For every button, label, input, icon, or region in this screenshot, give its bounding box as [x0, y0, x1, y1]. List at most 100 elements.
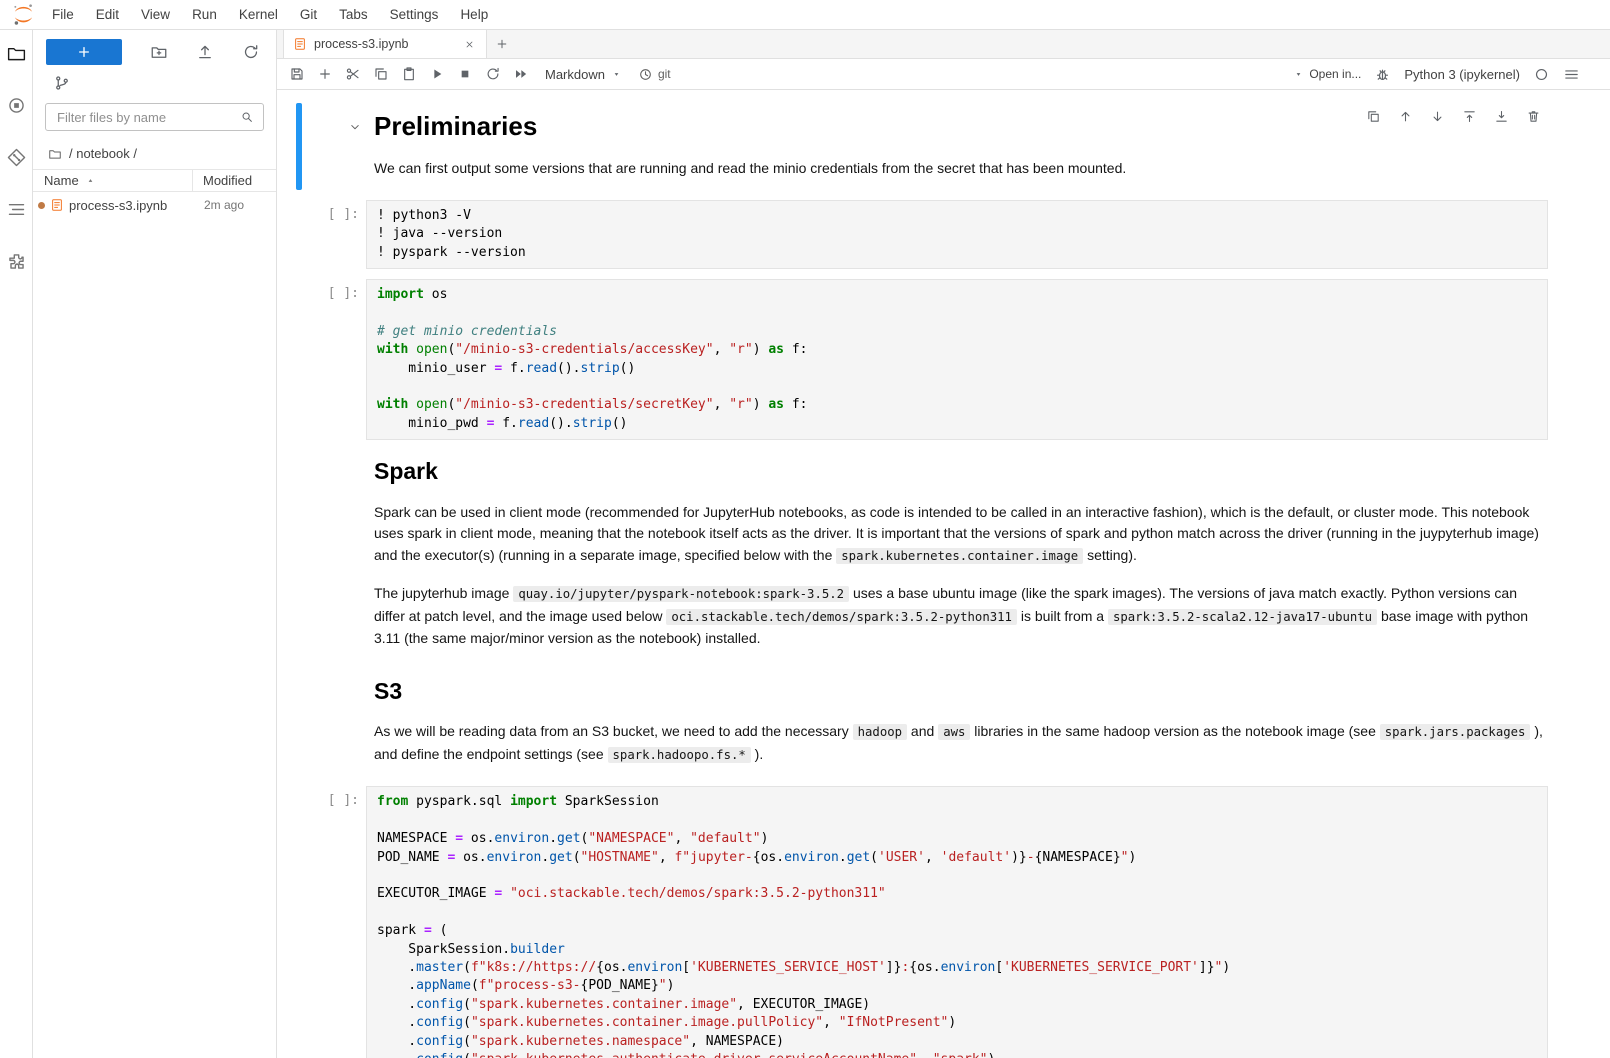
- markdown-heading-row: S3: [374, 678, 1548, 706]
- code-token: ,: [714, 397, 730, 412]
- sidebar-tab-running-sessions[interactable]: [6, 95, 27, 116]
- insert-cell-below-button[interactable]: [311, 59, 339, 89]
- menu-tabs[interactable]: Tabs: [328, 0, 379, 30]
- delete-cell-button[interactable]: [1526, 109, 1541, 124]
- copy-cell-button[interactable]: [367, 59, 395, 89]
- menu-kernel[interactable]: Kernel: [228, 0, 289, 30]
- insert-cell-above-button[interactable]: [1462, 109, 1477, 124]
- code-token: .: [377, 997, 416, 1012]
- code-token: (: [463, 960, 471, 975]
- file-list: process-s3.ipynb2m ago: [33, 192, 276, 218]
- git-toolbar-button[interactable]: git: [638, 67, 671, 82]
- code-token: get: [847, 850, 870, 865]
- cell-prompt: [ ]:: [309, 200, 366, 269]
- run-cell-button[interactable]: [423, 59, 451, 89]
- breadcrumb-path[interactable]: / notebook /: [69, 146, 137, 161]
- open-in-caret-holder: [1293, 69, 1304, 80]
- menu-help[interactable]: Help: [449, 0, 499, 30]
- save-notebook-button[interactable]: [283, 59, 311, 89]
- code-token: (): [612, 416, 628, 431]
- restart-kernel-button[interactable]: [479, 59, 507, 89]
- kernel-name[interactable]: Python 3 (ipykernel): [1404, 67, 1520, 82]
- code-editor[interactable]: ! python3 -V! java --version! pyspark --…: [366, 200, 1548, 269]
- menu-run[interactable]: Run: [181, 0, 228, 30]
- insert-cell-below-button[interactable]: [1494, 109, 1509, 124]
- stop-icon: [457, 66, 473, 82]
- new-tab-button[interactable]: [487, 30, 517, 58]
- move-cell-down-button[interactable]: [1430, 109, 1445, 124]
- code-token: "spark": [933, 1052, 988, 1058]
- code-cell[interactable]: [ ]:import os # get minio credentialswit…: [296, 279, 1610, 440]
- clock-icon: [638, 67, 653, 82]
- cell-collapser[interactable]: [296, 103, 302, 190]
- sidebar-tab-extensions[interactable]: [6, 251, 27, 272]
- cell-collapser[interactable]: [296, 670, 302, 777]
- caret-up-icon: [85, 175, 96, 186]
- column-header-name[interactable]: Name: [33, 170, 192, 191]
- hamburger-icon: [1563, 66, 1580, 83]
- menu-git[interactable]: Git: [289, 0, 328, 30]
- code-cell[interactable]: [ ]:from pyspark.sql import SparkSession…: [296, 786, 1610, 1058]
- code-token: open: [416, 342, 447, 357]
- new-launcher-button[interactable]: [46, 39, 122, 65]
- toolbar-menu-button[interactable]: [1563, 66, 1580, 83]
- column-header-modified[interactable]: Modified: [192, 170, 276, 191]
- tab-close-button[interactable]: [462, 37, 477, 52]
- file-modified: 2m ago: [192, 198, 276, 212]
- code-line: with open("/minio-s3-credentials/secretK…: [377, 396, 1537, 414]
- code-editor[interactable]: from pyspark.sql import SparkSession NAM…: [366, 786, 1548, 1058]
- markdown-cell[interactable]: PreliminariesWe can first output some ve…: [296, 103, 1610, 190]
- menu-file[interactable]: File: [41, 0, 85, 30]
- code-token: environ: [941, 960, 996, 975]
- code-cell[interactable]: [ ]:! python3 -V! java --version! pyspar…: [296, 200, 1610, 269]
- git-icon: [6, 147, 27, 168]
- markdown-cell[interactable]: SparkSpark can be used in client mode (r…: [296, 450, 1610, 660]
- cell-collapser[interactable]: [296, 786, 302, 1058]
- interrupt-kernel-button[interactable]: [451, 59, 479, 89]
- code-token: "r": [729, 397, 752, 412]
- file-filter[interactable]: [45, 103, 264, 131]
- code-token: as: [768, 397, 784, 412]
- upload-files-button[interactable]: [196, 43, 214, 61]
- debugger-button[interactable]: [1374, 66, 1391, 83]
- kernel-circle-icon: [1533, 66, 1550, 83]
- file-filter-input[interactable]: [55, 109, 240, 126]
- move-cell-up-button[interactable]: [1398, 109, 1413, 124]
- breadcrumb[interactable]: / notebook /: [33, 134, 276, 169]
- cell-collapser[interactable]: [296, 200, 302, 269]
- code-token: =: [424, 923, 432, 938]
- tab-notebook[interactable]: process-s3.ipynb: [283, 30, 487, 58]
- git-clone-button[interactable]: [53, 74, 71, 92]
- markdown-cell[interactable]: S3As we will be reading data from an S3 …: [296, 670, 1610, 777]
- duplicate-cell-button[interactable]: [1366, 109, 1381, 124]
- paste-cell-button[interactable]: [395, 59, 423, 89]
- cell-content: import os # get minio credentialswith op…: [366, 279, 1548, 440]
- file-item[interactable]: process-s3.ipynb2m ago: [33, 192, 276, 218]
- sidebar-tab-file-browser[interactable]: [6, 43, 27, 64]
- menu-settings[interactable]: Settings: [379, 0, 450, 30]
- file-browser-panel: / notebook / Name Modified process-s3.ip…: [33, 30, 277, 1058]
- code-token: get: [549, 850, 572, 865]
- new-folder-button[interactable]: [150, 43, 168, 61]
- code-line: from pyspark.sql import SparkSession: [377, 793, 1537, 811]
- code-token: [408, 397, 416, 412]
- code-token: .: [377, 978, 416, 993]
- cell-type-dropdown[interactable]: Markdown: [545, 67, 622, 82]
- restart-run-all-button[interactable]: [507, 59, 535, 89]
- circle-icon: [6, 95, 27, 116]
- code-token: environ: [784, 850, 839, 865]
- menu-edit[interactable]: Edit: [85, 0, 130, 30]
- code-editor[interactable]: import os # get minio credentialswith op…: [366, 279, 1548, 440]
- sidebar-tab-git[interactable]: [6, 147, 27, 168]
- menu-view[interactable]: View: [130, 0, 181, 30]
- cut-cell-button[interactable]: [339, 59, 367, 89]
- open-in-dropdown[interactable]: Open in...: [1293, 67, 1361, 81]
- refresh-file-list-button[interactable]: [242, 43, 260, 61]
- menu-items: FileEditViewRunKernelGitTabsSettingsHelp: [41, 0, 499, 30]
- code-token: config: [416, 997, 463, 1012]
- code-line: ! python3 -V: [377, 207, 1537, 225]
- cell-collapser[interactable]: [296, 279, 302, 440]
- code-token: f"k8s://https://: [471, 960, 596, 975]
- sidebar-tab-table-of-contents[interactable]: [6, 199, 27, 220]
- cell-collapser[interactable]: [296, 450, 302, 660]
